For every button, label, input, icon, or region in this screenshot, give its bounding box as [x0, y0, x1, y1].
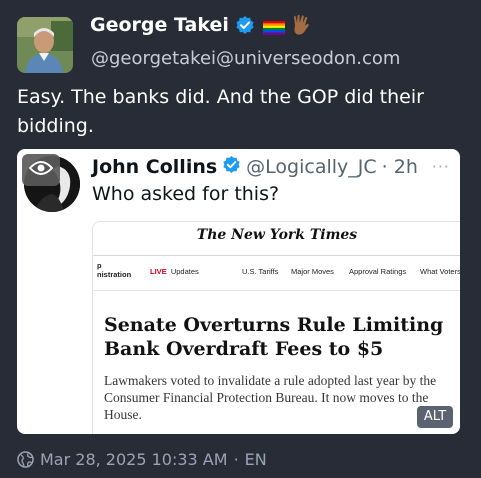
- nav-item-what-voters: What Voters: [420, 267, 460, 276]
- quoted-name: John Collins: [92, 156, 218, 178]
- more-options-icon: ···: [431, 157, 450, 176]
- nyt-masthead: The New York Times: [196, 227, 358, 243]
- quoted-header: John Collins @Logically_JC · 2h: [92, 155, 418, 179]
- post-text: Easy. The banks did. And the GOP did the…: [17, 86, 424, 137]
- nav-item-approval-ratings: Approval Ratings: [349, 267, 407, 276]
- post-footer: Mar 28, 2025 10:33 AM · EN: [17, 450, 267, 469]
- author-avatar[interactable]: [17, 17, 73, 73]
- author-handle[interactable]: @georgetakei@universeodon.com: [91, 48, 400, 69]
- media-attachment[interactable]: John Collins @Logically_JC · 2h ··· Who …: [17, 149, 460, 434]
- quoted-time: · 2h: [381, 156, 418, 178]
- hide-media-button[interactable]: [22, 154, 60, 186]
- globe-icon: [17, 451, 34, 468]
- quoted-text: Who asked for this?: [92, 183, 280, 205]
- article-nav-bar: p nistration LIVE Updates U.S. Tariffs M…: [93, 255, 460, 291]
- quoted-handle: @Logically_JC: [246, 156, 377, 178]
- author-name-row: George Takei: [90, 14, 311, 36]
- rainbow-flag-icon: [262, 18, 285, 35]
- alt-text-button[interactable]: ALT: [417, 406, 453, 428]
- nav-section-label: p nistration: [97, 261, 132, 279]
- vulcan-salute-icon: [291, 14, 311, 36]
- nav-item-major-moves: Major Moves: [291, 267, 334, 276]
- post-timestamp[interactable]: Mar 28, 2025 10:33 AM: [40, 450, 228, 469]
- nav-item-tariffs: U.S. Tariffs: [242, 267, 279, 276]
- footer-separator: ·: [233, 450, 239, 469]
- article-headline: Senate Overturns Rule Limiting Bank Over…: [104, 314, 444, 360]
- post-language: EN: [244, 450, 267, 469]
- article-card: The New York Times p nistration LIVE Upd…: [92, 221, 460, 434]
- article-summary: Lawmakers voted to invalidate a rule ado…: [104, 373, 437, 422]
- nav-live-updates: LIVE Updates: [150, 267, 199, 276]
- eye-icon: [28, 160, 54, 180]
- verified-badge-icon: [235, 15, 255, 35]
- author-display-name[interactable]: George Takei: [90, 14, 229, 36]
- verified-badge-icon: [222, 155, 241, 179]
